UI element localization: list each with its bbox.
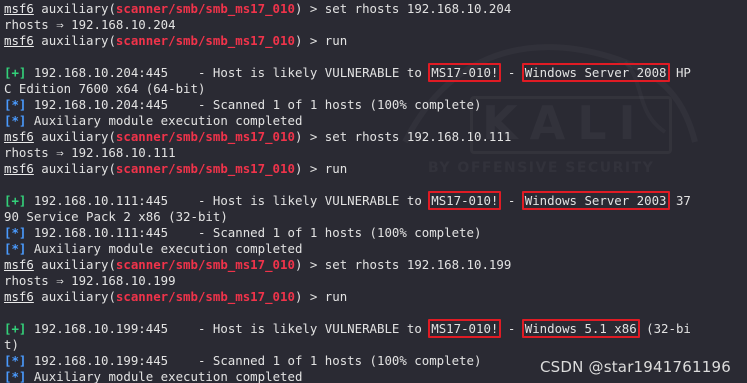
result-separator: -	[500, 65, 523, 80]
prompt-module-name: scanner/smb/smb_ms17_010	[115, 129, 295, 144]
status-text: Auxiliary module execution completed	[26, 241, 303, 256]
prompt-suffix: ) >	[294, 289, 325, 304]
prompt-module-name: scanner/smb/smb_ms17_010	[115, 257, 295, 272]
prompt-auxiliary: auxiliary(	[33, 257, 116, 272]
prompt-msf6: msf6	[4, 161, 34, 176]
result-tail: HP	[668, 65, 691, 80]
result-host: 192.168.10.111:445	[33, 193, 169, 208]
output-text: 90 Service Pack 2 x86 (32-bit)	[4, 209, 228, 224]
prompt-msf6: msf6	[4, 33, 34, 48]
prompt-msf6: msf6	[4, 289, 34, 304]
status-text: 192.168.10.204:445 - Scanned 1 of 1 host…	[26, 97, 482, 112]
status-line: [*] 192.168.10.111:445 - Scanned 1 of 1 …	[4, 225, 744, 241]
status-line: [*] 192.168.10.204:445 - Scanned 1 of 1 …	[4, 97, 744, 113]
os-version-highlight: Windows Server 2003	[521, 191, 670, 210]
prompt-command: set rhosts 192.168.10.204	[324, 1, 512, 16]
prompt-auxiliary: auxiliary(	[33, 129, 116, 144]
os-version-highlight: Windows 5.1 x86	[521, 319, 640, 338]
status-text: Auxiliary module execution completed	[26, 113, 303, 128]
prompt-suffix: ) >	[294, 33, 325, 48]
vuln-id-highlight: MS17-010!	[428, 319, 502, 338]
prompt-command: set rhosts 192.168.10.111	[324, 129, 512, 144]
prompt-suffix: ) >	[294, 129, 325, 144]
prompt-command: run	[324, 289, 348, 304]
result-separator: -	[500, 321, 523, 336]
status-marker: [*]	[4, 369, 27, 383]
prompt-module-name: scanner/smb/smb_ms17_010	[115, 1, 295, 16]
prompt-line: msf6 auxiliary(scanner/smb/smb_ms17_010)…	[4, 33, 744, 49]
prompt-line: msf6 auxiliary(scanner/smb/smb_ms17_010)…	[4, 161, 744, 177]
result-host: 192.168.10.199:445	[33, 321, 169, 336]
result-message: - Host is likely VULNERABLE to	[168, 65, 430, 80]
output-text: rhosts ⇒ 192.168.10.204	[4, 17, 176, 32]
status-line: [*] Auxiliary module execution completed	[4, 113, 744, 129]
output-text: rhosts ⇒ 192.168.10.199	[4, 273, 176, 288]
prompt-suffix: ) >	[294, 1, 325, 16]
success-marker: [+]	[4, 65, 27, 80]
vulnerable-result-line: [+] 192.168.10.111:445 - Host is likely …	[4, 191, 744, 210]
prompt-line: msf6 auxiliary(scanner/smb/smb_ms17_010)…	[4, 1, 744, 17]
vulnerable-result-line: [+] 192.168.10.199:445 - Host is likely …	[4, 319, 744, 338]
output-line: rhosts ⇒ 192.168.10.111	[4, 145, 744, 161]
status-marker: [*]	[4, 353, 27, 368]
result-tail: 37	[668, 193, 691, 208]
output-text: C Edition 7600 x64 (64-bit)	[4, 81, 206, 96]
status-text: Auxiliary module execution completed	[26, 369, 303, 383]
prompt-suffix: ) >	[294, 161, 325, 176]
prompt-command: set rhosts 192.168.10.199	[324, 257, 512, 272]
prompt-line: msf6 auxiliary(scanner/smb/smb_ms17_010)…	[4, 289, 744, 305]
terminal-output[interactable]: msf6 auxiliary(scanner/smb/smb_ms17_010)…	[4, 1, 744, 383]
prompt-line: msf6 auxiliary(scanner/smb/smb_ms17_010)…	[4, 129, 744, 145]
output-line: rhosts ⇒ 192.168.10.199	[4, 273, 744, 289]
prompt-module-name: scanner/smb/smb_ms17_010	[115, 33, 295, 48]
prompt-msf6: msf6	[4, 129, 34, 144]
status-text: 192.168.10.199:445 - Scanned 1 of 1 host…	[26, 353, 482, 368]
terminal-window[interactable]: KALI BY OFFENSIVE SECURITY msf6 auxiliar…	[0, 0, 747, 383]
output-text: rhosts ⇒ 192.168.10.111	[4, 145, 176, 160]
status-marker: [*]	[4, 241, 27, 256]
vuln-id-highlight: MS17-010!	[428, 191, 502, 210]
prompt-line: msf6 auxiliary(scanner/smb/smb_ms17_010)…	[4, 257, 744, 273]
prompt-auxiliary: auxiliary(	[33, 289, 116, 304]
csdn-credit: CSDN @star1941761196	[539, 358, 731, 376]
result-tail: (32-bi	[638, 321, 691, 336]
status-marker: [*]	[4, 97, 27, 112]
prompt-command: run	[324, 161, 348, 176]
success-marker: [+]	[4, 193, 27, 208]
output-line: t)	[4, 337, 744, 353]
result-host: 192.168.10.204:445	[33, 65, 169, 80]
output-text: t)	[4, 337, 19, 352]
result-message: - Host is likely VULNERABLE to	[168, 321, 430, 336]
prompt-module-name: scanner/smb/smb_ms17_010	[115, 289, 295, 304]
prompt-auxiliary: auxiliary(	[33, 1, 116, 16]
prompt-msf6: msf6	[4, 257, 34, 272]
result-separator: -	[500, 193, 523, 208]
prompt-suffix: ) >	[294, 257, 325, 272]
prompt-auxiliary: auxiliary(	[33, 33, 116, 48]
prompt-command: run	[324, 33, 348, 48]
prompt-auxiliary: auxiliary(	[33, 161, 116, 176]
output-line: 90 Service Pack 2 x86 (32-bit)	[4, 209, 744, 225]
os-version-highlight: Windows Server 2008	[521, 63, 670, 82]
result-message: - Host is likely VULNERABLE to	[168, 193, 430, 208]
status-marker: [*]	[4, 113, 27, 128]
status-text: 192.168.10.111:445 - Scanned 1 of 1 host…	[26, 225, 482, 240]
success-marker: [+]	[4, 321, 27, 336]
status-marker: [*]	[4, 225, 27, 240]
vuln-id-highlight: MS17-010!	[428, 63, 502, 82]
output-line: C Edition 7600 x64 (64-bit)	[4, 81, 744, 97]
vulnerable-result-line: [+] 192.168.10.204:445 - Host is likely …	[4, 63, 744, 82]
status-line: [*] Auxiliary module execution completed	[4, 241, 744, 257]
prompt-msf6: msf6	[4, 1, 34, 16]
output-line: rhosts ⇒ 192.168.10.204	[4, 17, 744, 33]
prompt-module-name: scanner/smb/smb_ms17_010	[115, 161, 295, 176]
